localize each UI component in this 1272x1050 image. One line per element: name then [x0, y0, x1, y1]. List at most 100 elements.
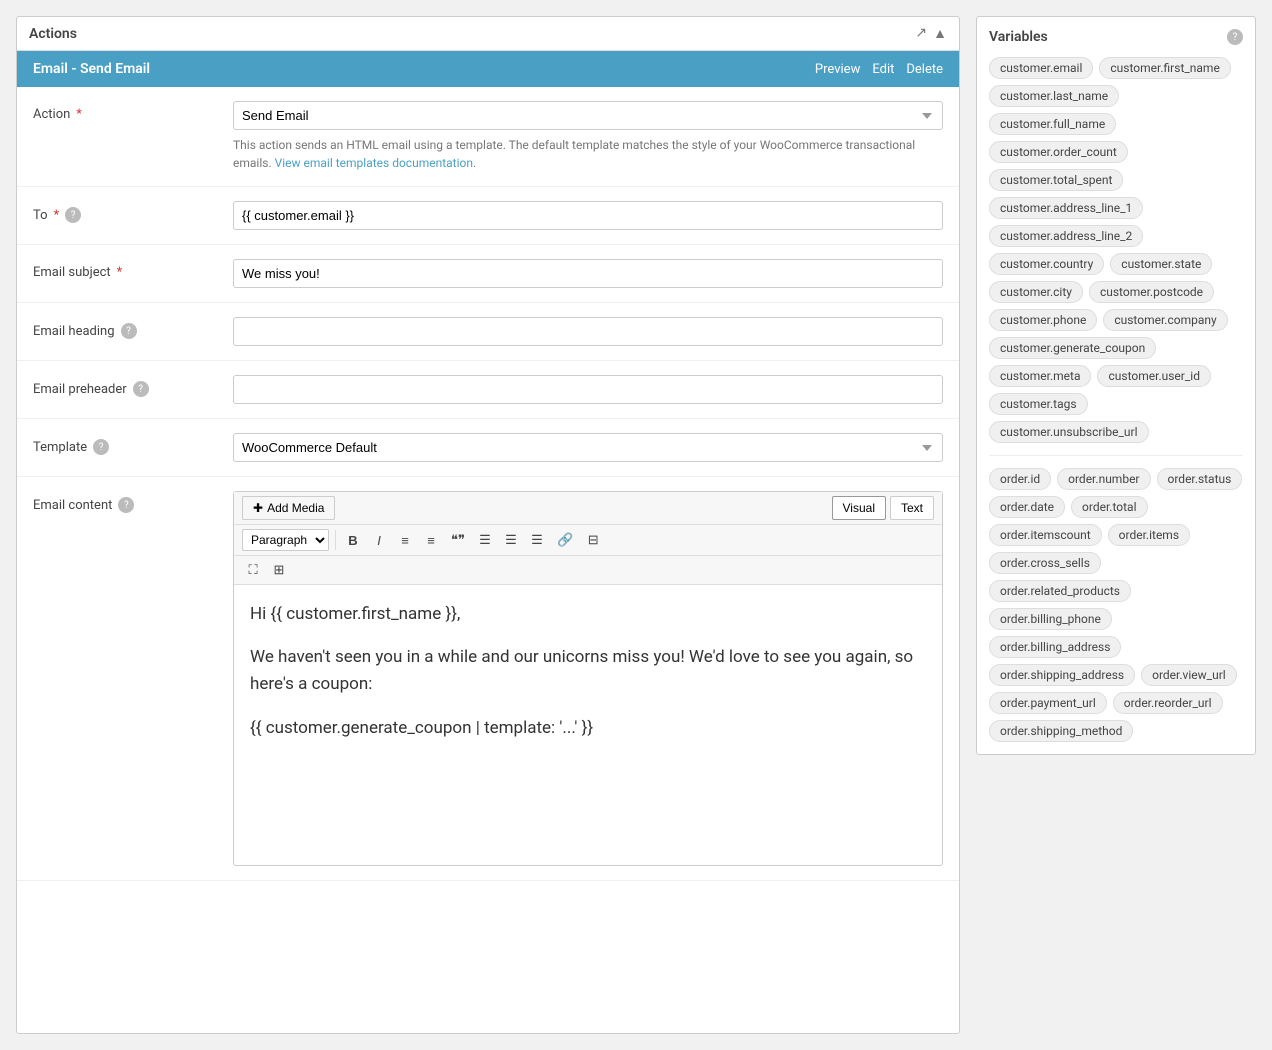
variables-section-separator — [989, 455, 1243, 456]
fullscreen-button[interactable]: ⛶ — [242, 560, 264, 580]
add-media-button[interactable]: ✚ Add Media — [242, 496, 335, 520]
variable-tag[interactable]: customer.company — [1103, 309, 1227, 331]
bold-button[interactable]: B — [342, 531, 364, 550]
email-content-row: Email content ? ✚ Add Media Visual Text — [17, 477, 959, 881]
action-select[interactable]: Send Email — [233, 101, 943, 130]
variable-tag[interactable]: order.number — [1057, 468, 1150, 490]
action-row: Action * Send Email This action sends an… — [17, 87, 959, 187]
email-subject-control-wrap — [233, 259, 943, 288]
variable-tag[interactable]: customer.state — [1110, 253, 1212, 275]
to-input[interactable] — [233, 201, 943, 230]
variable-tag[interactable]: order.related_products — [989, 580, 1131, 602]
variable-tag[interactable]: order.billing_address — [989, 636, 1121, 658]
variable-tag[interactable]: customer.generate_coupon — [989, 337, 1156, 359]
variable-tag[interactable]: customer.address_line_2 — [989, 225, 1143, 247]
variable-tag[interactable]: customer.address_line_1 — [989, 197, 1143, 219]
editor-toolbar-row1: Paragraph B I ≡ ≡ ❝❞ ☰ ☰ ☰ 🔗 ⊟ — [234, 525, 942, 556]
email-subject-required-star: * — [117, 265, 123, 280]
email-subject-input[interactable] — [233, 259, 943, 288]
variables-help-icon[interactable]: ? — [1227, 29, 1243, 45]
panel-icon-group: ↗ ▲ — [915, 25, 947, 42]
editor-top-bar: ✚ Add Media Visual Text — [234, 492, 942, 525]
email-content-label: Email content ? — [33, 491, 233, 513]
paragraph-select[interactable]: Paragraph — [242, 529, 329, 551]
email-heading-control-wrap — [233, 317, 943, 346]
template-select[interactable]: WooCommerce Default — [233, 433, 943, 462]
to-row: To * ? — [17, 187, 959, 245]
editor-line-1: Hi {{ customer.first_name }}, — [250, 601, 926, 628]
email-header-actions: Preview Edit Delete — [815, 62, 943, 77]
edit-button[interactable]: Edit — [872, 62, 894, 77]
preview-button[interactable]: Preview — [815, 62, 860, 77]
numbered-list-button[interactable]: ≡ — [420, 531, 442, 550]
variable-tag[interactable]: order.status — [1157, 468, 1243, 490]
variable-tag[interactable]: order.payment_url — [989, 692, 1107, 714]
variable-tag[interactable]: customer.email — [989, 57, 1093, 79]
variable-tag[interactable]: order.reorder_url — [1113, 692, 1223, 714]
align-left-button[interactable]: ☰ — [474, 530, 496, 550]
template-control-wrap: WooCommerce Default — [233, 433, 943, 462]
template-row: Template ? WooCommerce Default — [17, 419, 959, 477]
variables-header: Variables ? — [989, 29, 1243, 45]
italic-button[interactable]: I — [368, 531, 390, 550]
align-right-button[interactable]: ☰ — [526, 530, 548, 550]
variable-tag[interactable]: customer.first_name — [1099, 57, 1230, 79]
variable-tag[interactable]: order.date — [989, 496, 1065, 518]
variable-tag[interactable]: customer.unsubscribe_url — [989, 421, 1149, 443]
panel-header: Actions ↗ ▲ — [17, 17, 959, 51]
text-tab[interactable]: Text — [890, 496, 934, 520]
variable-tag[interactable]: order.itemscount — [989, 524, 1102, 546]
variable-tag[interactable]: order.shipping_method — [989, 720, 1133, 742]
align-center-button[interactable]: ☰ — [500, 530, 522, 550]
variable-tag[interactable]: customer.total_spent — [989, 169, 1123, 191]
email-header-title: Email - Send Email — [33, 61, 150, 77]
to-label: To * ? — [33, 201, 233, 223]
visual-tab[interactable]: Visual — [832, 496, 886, 520]
variable-tag[interactable]: order.id — [989, 468, 1051, 490]
variable-tag[interactable]: customer.last_name — [989, 85, 1119, 107]
variable-tag[interactable]: customer.order_count — [989, 141, 1128, 163]
email-heading-input[interactable] — [233, 317, 943, 346]
variable-tag[interactable]: order.shipping_address — [989, 664, 1135, 686]
variable-tag[interactable]: customer.meta — [989, 365, 1091, 387]
grid-button[interactable]: ⊞ — [268, 560, 290, 580]
variable-tag[interactable]: customer.user_id — [1097, 365, 1210, 387]
variable-tag[interactable]: customer.country — [989, 253, 1104, 275]
email-preheader-input[interactable] — [233, 375, 943, 404]
editor-content-area[interactable]: Hi {{ customer.first_name }}, We haven't… — [234, 585, 942, 865]
bullet-list-button[interactable]: ≡ — [394, 531, 416, 550]
email-preheader-control-wrap — [233, 375, 943, 404]
editor-line-3: {{ customer.generate_coupon | template: … — [250, 715, 926, 742]
delete-button[interactable]: Delete — [906, 62, 943, 77]
action-required-star: * — [76, 107, 82, 122]
variable-tag[interactable]: order.total — [1071, 496, 1147, 518]
to-help-icon[interactable]: ? — [65, 207, 81, 223]
link-button[interactable]: 🔗 — [552, 530, 578, 550]
action-help-text: This action sends an HTML email using a … — [233, 136, 943, 172]
email-subject-label: Email subject * — [33, 259, 233, 280]
template-help-icon[interactable]: ? — [93, 439, 109, 455]
blockquote-button[interactable]: ❝❞ — [446, 530, 470, 550]
variable-tag[interactable]: order.billing_phone — [989, 608, 1112, 630]
form-body: Action * Send Email This action sends an… — [17, 87, 959, 881]
email-header-bar: Email - Send Email Preview Edit Delete — [17, 51, 959, 87]
editor-wrap: ✚ Add Media Visual Text Paragraph B I — [233, 491, 943, 866]
variable-tag[interactable]: customer.full_name — [989, 113, 1116, 135]
variables-title: Variables — [989, 29, 1048, 45]
email-preheader-label: Email preheader ? — [33, 375, 233, 397]
variable-tag[interactable]: order.cross_sells — [989, 552, 1101, 574]
email-content-help-icon[interactable]: ? — [118, 497, 134, 513]
variable-tag[interactable]: customer.postcode — [1089, 281, 1214, 303]
hr-button[interactable]: ⊟ — [582, 530, 604, 550]
variable-tag[interactable]: customer.city — [989, 281, 1083, 303]
collapse-icon[interactable]: ▲ — [933, 25, 947, 42]
email-preheader-row: Email preheader ? — [17, 361, 959, 419]
view-templates-link[interactable]: View email templates documentation — [275, 156, 473, 170]
email-preheader-help-icon[interactable]: ? — [133, 381, 149, 397]
email-heading-help-icon[interactable]: ? — [121, 323, 137, 339]
variable-tag[interactable]: customer.phone — [989, 309, 1097, 331]
variable-tag[interactable]: customer.tags — [989, 393, 1088, 415]
variable-tag[interactable]: order.view_url — [1141, 664, 1237, 686]
variable-tag[interactable]: order.items — [1108, 524, 1190, 546]
external-link-icon[interactable]: ↗ — [915, 25, 927, 42]
